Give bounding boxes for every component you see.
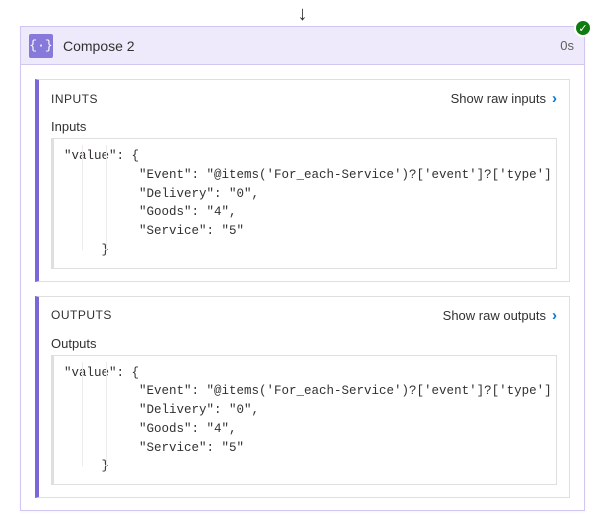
inputs-code-scroll[interactable]: "value": { "Event": "@items('For_each-Se… (60, 145, 550, 266)
inputs-section: INPUTS Show raw inputs › Inputs "value":… (35, 79, 570, 282)
show-raw-inputs-text: Show raw inputs (451, 91, 546, 106)
outputs-section: OUTPUTS Show raw outputs › Outputs "valu… (35, 296, 570, 499)
chevron-right-icon: › (552, 307, 557, 324)
action-card-header[interactable]: {·} Compose 2 0s (21, 27, 584, 65)
show-raw-inputs-link[interactable]: Show raw inputs › (451, 90, 557, 107)
action-card-compose2: ✓ {·} Compose 2 0s INPUTS Show raw input… (20, 26, 585, 511)
action-title: Compose 2 (63, 38, 560, 54)
show-raw-outputs-text: Show raw outputs (443, 308, 546, 323)
outputs-code-box: "value": { "Event": "@items('For_each-Se… (51, 355, 557, 486)
inputs-code-content: "value": { "Event": "@items('For_each-Se… (60, 145, 550, 266)
flow-arrow-connector: ↓ (0, 0, 605, 26)
outputs-section-label: OUTPUTS (51, 308, 112, 322)
compose-icon-glyph: {·} (29, 38, 52, 53)
code-gutter-line (106, 145, 107, 250)
inputs-code-box: "value": { "Event": "@items('For_each-Se… (51, 138, 557, 269)
code-gutter-line (82, 145, 83, 250)
outputs-field-label: Outputs (51, 336, 557, 351)
code-gutter-line (82, 362, 83, 467)
action-duration: 0s (560, 38, 574, 53)
inputs-section-header: INPUTS Show raw inputs › (51, 90, 557, 119)
chevron-right-icon: › (552, 90, 557, 107)
code-gutter-line (106, 362, 107, 467)
inputs-section-label: INPUTS (51, 92, 98, 106)
compose-icon: {·} (29, 34, 53, 58)
outputs-code-content: "value": { "Event": "@items('For_each-Se… (60, 362, 550, 483)
outputs-section-header: OUTPUTS Show raw outputs › (51, 307, 557, 336)
action-card-body: INPUTS Show raw inputs › Inputs "value":… (21, 65, 584, 510)
success-check-icon: ✓ (574, 19, 592, 37)
outputs-code-scroll[interactable]: "value": { "Event": "@items('For_each-Se… (60, 362, 550, 483)
arrow-down-icon: ↓ (298, 4, 308, 24)
inputs-field-label: Inputs (51, 119, 557, 134)
show-raw-outputs-link[interactable]: Show raw outputs › (443, 307, 557, 324)
